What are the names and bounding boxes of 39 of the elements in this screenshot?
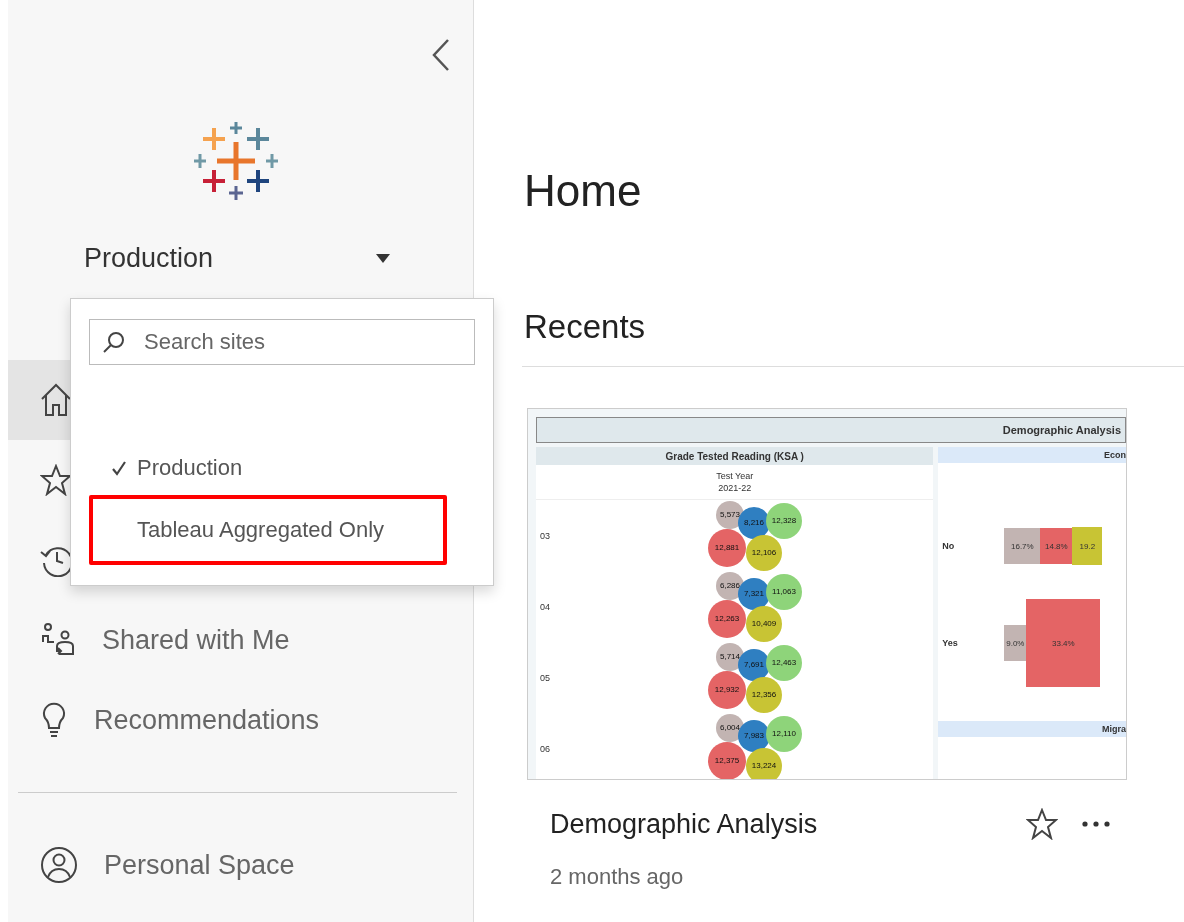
modified-time: 2 months ago [550, 864, 685, 890]
bubble: 11,063 [766, 573, 802, 610]
nav-label: Personal Space [104, 849, 295, 881]
bubble: 12,110 [766, 715, 802, 752]
nav-label: Shared with Me [102, 624, 290, 656]
column-label: Test Year [716, 471, 754, 481]
bubble: 6,004 [716, 713, 744, 742]
nav-label: Recommendations [94, 704, 320, 736]
bar-segment: 33.4% [1026, 599, 1101, 687]
row-label: 05 [539, 672, 551, 683]
bar-segment: 14.8% [1040, 528, 1073, 564]
bubble: 12,463 [766, 644, 802, 681]
row-label: Yes [941, 638, 959, 648]
bubble: 5,573 [716, 500, 744, 529]
column-value: 2021-22 [718, 483, 752, 493]
bubble: 12,881 [708, 528, 746, 567]
bubble: 12,375 [708, 741, 746, 779]
bubble: 12,932 [708, 670, 746, 709]
bubble: 6,286 [716, 571, 744, 600]
section-heading: Recents [524, 308, 647, 346]
row-label: No [941, 541, 956, 551]
panel-header: Migra [938, 721, 1126, 737]
page-title: Home [524, 166, 643, 216]
bubble: 5,714 [716, 642, 744, 671]
bubble: 13,224 [746, 747, 782, 779]
row-label: 04 [539, 601, 551, 612]
panel-header: Econ [938, 447, 1126, 463]
bubble: 12,356 [746, 676, 782, 713]
bar-segment: 19.2 [1072, 527, 1103, 565]
dashboard-title-bar: Demographic Analysis [536, 417, 1126, 443]
bubble: 10,409 [746, 605, 782, 642]
panel-header: Grade Tested Reading (KSA ) [536, 447, 934, 465]
bubble: 12,263 [708, 599, 746, 638]
bar-segment: 9.0% [1004, 625, 1027, 661]
row-label: 03 [539, 530, 551, 541]
bubble: 12,106 [746, 534, 782, 571]
row-label: 06 [539, 743, 551, 754]
bubble: 12,328 [766, 502, 802, 539]
bar-segment: 16.7% [1004, 528, 1041, 564]
